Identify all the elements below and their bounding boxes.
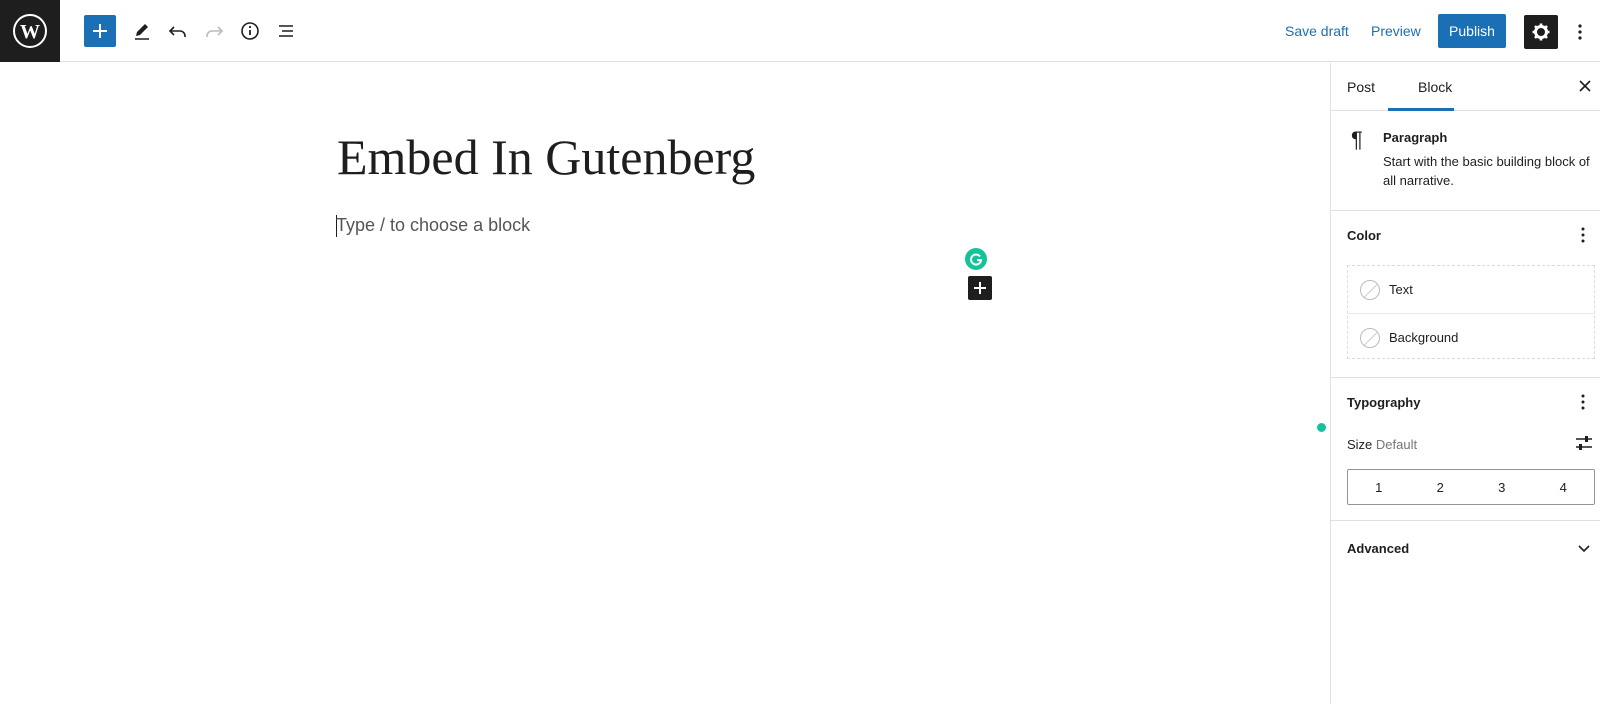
color-panel: Color Text Background <box>1331 211 1600 378</box>
custom-size-sliders-icon[interactable] <box>1574 434 1594 452</box>
paragraph-icon: ¶ <box>1351 127 1363 152</box>
editor-toolbar: W Save draft Preview Publish <box>0 0 1600 62</box>
grammarly-icon[interactable] <box>965 248 987 270</box>
post-title[interactable]: Embed In Gutenberg <box>337 128 755 186</box>
publish-button[interactable]: Publish <box>1438 14 1506 48</box>
font-size-label-row: Size Default <box>1347 437 1417 452</box>
color-options-icon[interactable] <box>1571 223 1595 247</box>
undo-button[interactable] <box>162 15 194 47</box>
tab-post[interactable]: Post <box>1347 79 1375 95</box>
wordpress-logo-icon[interactable]: W <box>0 0 60 62</box>
background-color-label: Background <box>1389 330 1459 345</box>
preview-button[interactable]: Preview <box>1371 23 1421 39</box>
font-size-option[interactable]: 4 <box>1533 470 1595 504</box>
block-inserter-plus-icon[interactable] <box>968 276 992 300</box>
edit-tools-button[interactable] <box>126 15 158 47</box>
sidebar-tabs: Post Block <box>1331 63 1600 111</box>
empty-swatch-icon <box>1360 328 1380 348</box>
paragraph-block-placeholder[interactable]: Type / to choose a block <box>336 215 530 236</box>
advanced-panel-heading: Advanced <box>1347 541 1410 556</box>
save-draft-button[interactable]: Save draft <box>1285 23 1349 39</box>
chevron-down-icon <box>1575 540 1593 558</box>
font-size-option[interactable]: 3 <box>1471 470 1533 504</box>
settings-sidebar: Post Block ¶ Paragraph Start with the ba… <box>1330 63 1600 704</box>
close-sidebar-icon[interactable] <box>1575 76 1595 96</box>
details-info-button[interactable] <box>234 15 266 47</box>
more-options-icon[interactable] <box>1565 15 1595 49</box>
grammarly-status-dot <box>1317 423 1326 432</box>
font-size-label: Size <box>1347 437 1373 452</box>
block-card-title: Paragraph <box>1383 130 1448 145</box>
typography-options-icon[interactable] <box>1571 390 1595 414</box>
font-size-option[interactable]: 1 <box>1348 470 1410 504</box>
editor-canvas[interactable]: Embed In Gutenberg Type / to choose a bl… <box>0 63 1330 704</box>
typography-panel-heading: Typography <box>1347 395 1421 410</box>
font-size-value: Default <box>1375 437 1418 452</box>
settings-gear-icon[interactable] <box>1524 15 1558 49</box>
text-color-label: Text <box>1389 282 1413 297</box>
typography-panel: Typography Size Default 1 2 3 4 <box>1331 378 1600 521</box>
advanced-panel-toggle[interactable]: Advanced <box>1331 521 1600 573</box>
color-panel-heading: Color <box>1347 228 1381 243</box>
add-block-button[interactable] <box>84 15 116 47</box>
font-size-option[interactable]: 2 <box>1410 470 1472 504</box>
empty-swatch-icon <box>1360 280 1380 300</box>
list-view-button[interactable] <box>270 15 302 47</box>
font-size-picker: 1 2 3 4 <box>1347 469 1595 505</box>
tab-block[interactable]: Block <box>1418 79 1452 95</box>
block-card-description: Start with the basic building block of a… <box>1383 154 1590 188</box>
redo-button[interactable] <box>198 15 230 47</box>
text-color-item[interactable]: Text <box>1348 266 1594 313</box>
color-settings-list: Text Background <box>1347 265 1595 359</box>
background-color-item[interactable]: Background <box>1348 313 1594 360</box>
svg-text:W: W <box>20 21 40 43</box>
